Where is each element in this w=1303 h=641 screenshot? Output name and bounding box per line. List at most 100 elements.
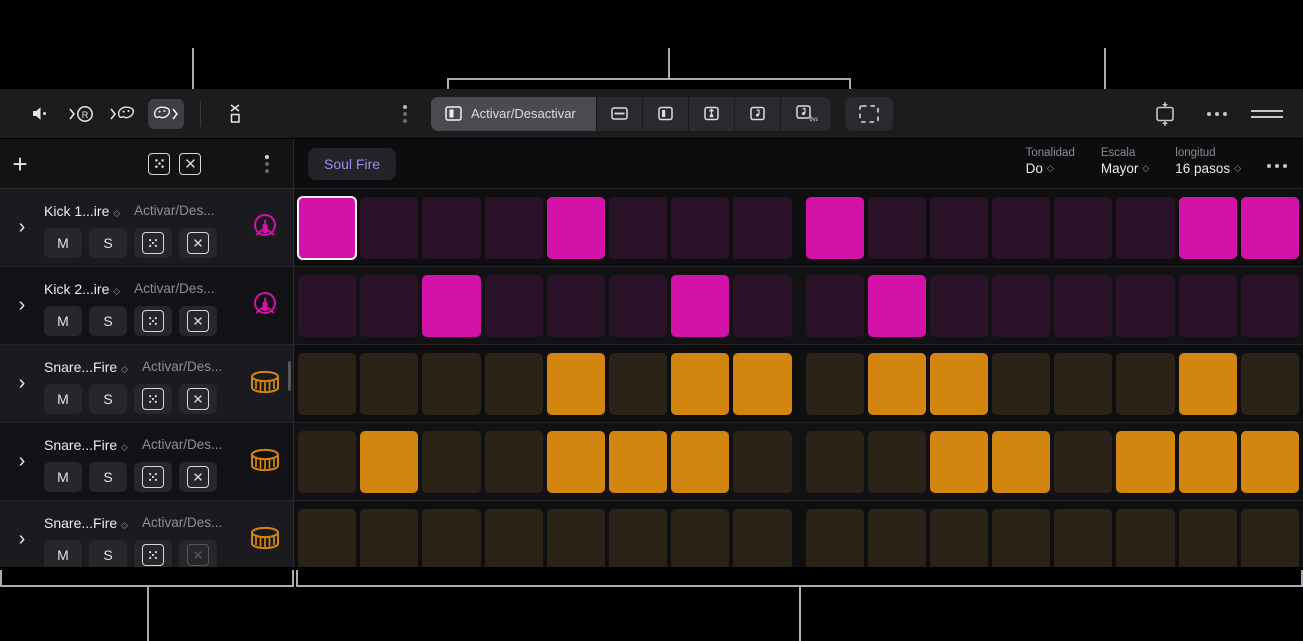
step-cell[interactable] [1116,431,1174,493]
step-cell[interactable] [806,353,864,415]
step-cell[interactable] [1054,353,1112,415]
step-cell[interactable] [930,353,988,415]
step-cell[interactable] [733,197,791,259]
row-overflow-icon[interactable] [265,155,269,173]
palette-out-icon[interactable] [148,99,184,129]
mute-button[interactable]: M [44,540,82,568]
speaker-icon[interactable] [22,99,58,129]
randomize-row-button[interactable] [134,540,172,568]
step-cell[interactable] [485,431,543,493]
step-cell[interactable] [360,509,418,568]
step-cell[interactable] [1179,275,1237,337]
solo-button[interactable]: S [89,462,127,492]
instrument-icon-wrap[interactable] [237,369,293,399]
step-cell[interactable] [806,275,864,337]
mode-overflow-icon[interactable] [403,105,407,123]
step-cell[interactable] [1054,197,1112,259]
step-cell[interactable] [422,431,480,493]
pattern-more-icon[interactable] [1267,164,1287,172]
mute-button[interactable]: M [44,384,82,414]
expand-row-button[interactable]: › [0,216,44,239]
step-cell[interactable] [298,431,356,493]
randomize-row-button[interactable] [134,384,172,414]
length-field[interactable]: longitud 16 pasos ◇ [1175,147,1241,176]
clear-row-button[interactable] [179,462,217,492]
step-cell[interactable] [1054,275,1112,337]
randomize-row-button[interactable] [134,462,172,492]
step-cell[interactable] [1179,431,1237,493]
step-cell[interactable] [547,197,605,259]
instrument-icon-wrap[interactable] [237,525,293,555]
step-cell[interactable] [422,353,480,415]
step-cell[interactable] [609,353,667,415]
track-parameter[interactable]: Activar/Des... [142,437,222,452]
step-cell[interactable] [868,509,926,568]
step-cell[interactable] [671,275,729,337]
clear-row-button[interactable] [179,306,217,336]
shuffle-cells-icon[interactable] [217,99,253,129]
tab-velocity-mode[interactable] [597,97,643,131]
tab-nudge-mode[interactable] [689,97,735,131]
expand-row-button[interactable]: › [0,450,44,473]
step-cell[interactable] [298,275,356,337]
step-cell[interactable] [298,197,356,259]
playhead-icon[interactable] [1147,99,1183,129]
track-parameter[interactable]: Activar/Des... [134,203,214,218]
key-field[interactable]: Tonalidad Do ◇ [1026,147,1075,176]
step-cell[interactable] [422,275,480,337]
step-cell[interactable] [930,275,988,337]
clear-row-button[interactable] [179,228,217,258]
clear-row-button[interactable] [179,384,217,414]
record-input-icon[interactable]: R [64,99,100,129]
step-cell[interactable] [806,509,864,568]
mute-button[interactable]: M [44,228,82,258]
step-cell[interactable] [1116,353,1174,415]
step-cell[interactable] [868,431,926,493]
step-cell[interactable] [733,431,791,493]
menu-icon[interactable] [1251,110,1283,118]
step-cell[interactable] [1116,275,1174,337]
step-cell[interactable] [671,431,729,493]
step-cell[interactable] [1179,509,1237,568]
step-cell[interactable] [1241,275,1299,337]
expand-row-button[interactable]: › [0,528,44,551]
step-cell[interactable] [671,197,729,259]
step-cell[interactable] [609,275,667,337]
step-cell[interactable] [360,353,418,415]
more-options-icon[interactable] [1207,112,1227,116]
step-cell[interactable] [1241,353,1299,415]
step-cell[interactable] [733,275,791,337]
step-cell[interactable] [360,197,418,259]
tab-gate-mode[interactable] [643,97,689,131]
randomize-all-icon[interactable] [148,153,170,175]
track-name[interactable]: Snare...Fire ◇ [44,515,128,531]
instrument-icon-wrap[interactable] [237,447,293,477]
track-name[interactable]: Snare...Fire ◇ [44,437,128,453]
step-cell[interactable] [485,275,543,337]
tab-toggle-mode[interactable]: Activar/Desactivar [431,97,597,131]
step-cell[interactable] [1054,509,1112,568]
step-cell[interactable] [671,353,729,415]
step-cell[interactable] [1116,509,1174,568]
step-cell[interactable] [360,431,418,493]
tab-note-mode[interactable] [735,97,781,131]
step-cell[interactable] [485,197,543,259]
step-cell[interactable] [868,197,926,259]
step-cell[interactable] [298,509,356,568]
solo-button[interactable]: S [89,384,127,414]
scale-field[interactable]: Escala Mayor ◇ [1101,147,1149,176]
step-cell[interactable] [1179,197,1237,259]
step-cell[interactable] [992,431,1050,493]
step-cell[interactable] [930,431,988,493]
track-name[interactable]: Kick 2...ire ◇ [44,281,120,297]
clear-row-button[interactable] [179,540,217,568]
marquee-select-button[interactable] [845,97,893,131]
randomize-row-button[interactable] [134,228,172,258]
step-cell[interactable] [547,509,605,568]
row-scroll-indicator[interactable] [288,361,291,391]
expand-row-button[interactable]: › [0,372,44,395]
step-cell[interactable] [1241,431,1299,493]
clear-all-icon[interactable] [179,153,201,175]
step-cell[interactable] [547,275,605,337]
instrument-icon-wrap[interactable] [237,211,293,245]
